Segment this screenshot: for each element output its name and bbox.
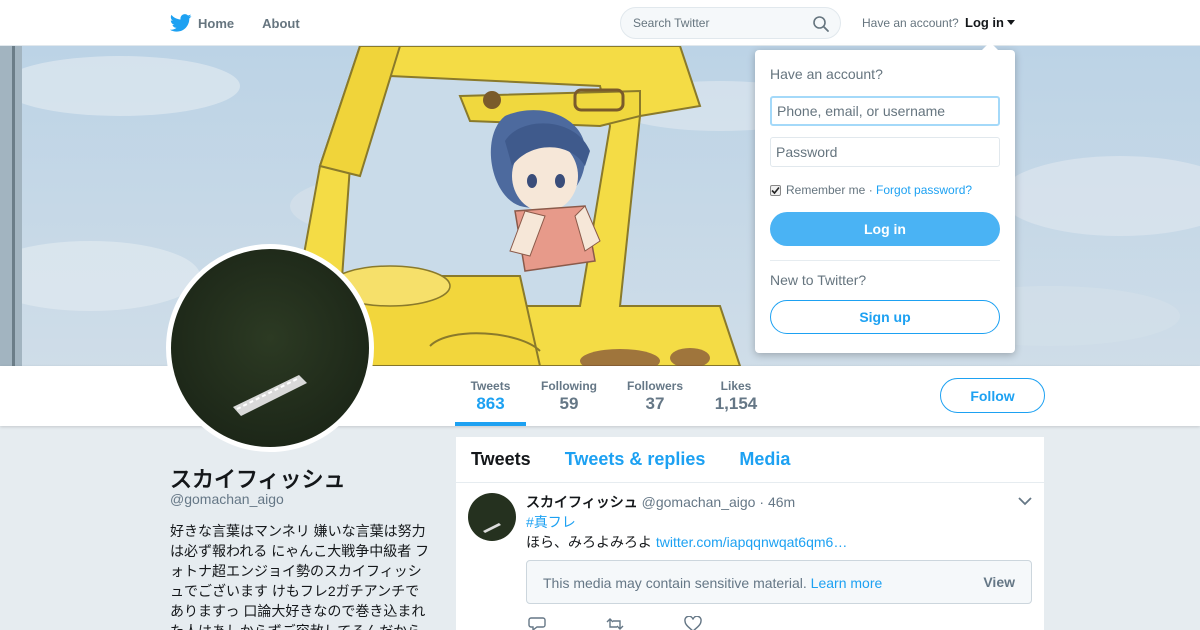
- signup-button[interactable]: Sign up: [770, 300, 1000, 334]
- remember-me-label[interactable]: Remember me: [786, 183, 865, 197]
- twitter-bird-icon[interactable]: [170, 14, 192, 32]
- login-button[interactable]: Log in: [770, 212, 1000, 246]
- dropdown-title: Have an account?: [770, 66, 883, 82]
- profile-avatar[interactable]: [166, 244, 374, 452]
- remember-separator: ·: [865, 183, 877, 197]
- login-dropdown-toggle[interactable]: Log in: [965, 15, 1015, 30]
- timeline: Tweets Tweets & replies Media スカイフィッシュ @…: [456, 437, 1044, 630]
- stat-followers-label: Followers: [626, 379, 683, 393]
- tweet-body: ほら、みろよみろよ: [526, 534, 656, 550]
- tweet-avatar-image: [468, 493, 516, 541]
- tweet-author-name[interactable]: スカイフィッシュ: [526, 494, 638, 510]
- timeline-tabs: Tweets Tweets & replies Media: [456, 437, 1044, 483]
- tweet-actions: [528, 616, 762, 630]
- forgot-password-link[interactable]: Forgot password?: [876, 183, 972, 197]
- remember-me-row: Remember me · Forgot password?: [770, 183, 972, 197]
- follow-button[interactable]: Follow: [940, 378, 1045, 413]
- learn-more-link[interactable]: Learn more: [811, 575, 883, 591]
- tweet-header: スカイフィッシュ @gomachan_aigo · 46m: [526, 492, 795, 512]
- search-box[interactable]: [620, 7, 841, 39]
- stat-tweets[interactable]: Tweets 863: [455, 366, 526, 426]
- checkbox-icon[interactable]: [770, 184, 781, 196]
- stat-followers-value: 37: [645, 394, 665, 413]
- profile-name[interactable]: スカイフィッシュ: [170, 462, 346, 494]
- search-input[interactable]: [633, 16, 803, 30]
- stat-likes-value: 1,154: [714, 394, 758, 413]
- nav-home-link[interactable]: Home: [198, 16, 234, 31]
- stat-tweets-value: 863: [476, 394, 505, 413]
- password-field[interactable]: [770, 137, 1000, 167]
- tab-tweets-and-replies[interactable]: Tweets & replies: [565, 449, 706, 470]
- reply-icon[interactable]: [528, 616, 546, 630]
- top-navigation: Home About Have an account? Log in: [0, 0, 1200, 46]
- caret-down-icon[interactable]: [1007, 20, 1015, 25]
- stat-likes-label: Likes: [720, 379, 752, 393]
- dropdown-divider: [770, 260, 1000, 261]
- sensitive-media-notice: This media may contain sensitive materia…: [526, 560, 1032, 604]
- nav-left-group: Home About: [170, 0, 328, 46]
- stat-followers[interactable]: Followers 37: [622, 366, 688, 426]
- have-account-text: Have an account?: [862, 16, 959, 30]
- tweet-link[interactable]: twitter.com/iapqqnwqat6qm6…: [656, 534, 847, 550]
- tweet-author-handle[interactable]: @gomachan_aigo: [642, 494, 756, 510]
- sensitive-message: This media may contain sensitive materia…: [543, 575, 882, 591]
- stat-tweets-label: Tweets: [470, 379, 511, 393]
- view-media-button[interactable]: View: [983, 574, 1015, 590]
- tweet-timestamp[interactable]: 46m: [768, 494, 795, 510]
- username-field[interactable]: [770, 96, 1000, 126]
- new-to-twitter-text: New to Twitter?: [770, 272, 867, 288]
- avatar-image: [171, 249, 369, 447]
- sensitive-message-text: This media may contain sensitive materia…: [543, 575, 807, 591]
- tweet-separator: ·: [759, 494, 765, 510]
- tweet-hashtag[interactable]: #真フレ: [526, 512, 576, 532]
- nav-about-link[interactable]: About: [262, 16, 300, 31]
- login-link-label[interactable]: Log in: [965, 15, 1004, 30]
- stat-following[interactable]: Following 59: [536, 366, 602, 426]
- stat-following-value: 59: [559, 394, 579, 413]
- tweet-avatar[interactable]: [468, 493, 516, 541]
- chevron-down-icon[interactable]: [1018, 496, 1032, 506]
- like-icon[interactable]: [684, 616, 702, 630]
- profile-handle[interactable]: @gomachan_aigo: [170, 491, 284, 507]
- tweet-text: ほら、みろよみろよ twitter.com/iapqqnwqat6qm6…: [526, 532, 847, 552]
- tweet-item[interactable]: スカイフィッシュ @gomachan_aigo · 46m #真フレ ほら、みろ…: [456, 483, 1044, 630]
- profile-bio: 好きな言葉はマンネリ 嫌いな言葉は努力は必ず報われる にゃんこ大戦争中級者 フォ…: [170, 523, 430, 630]
- stat-following-label: Following: [541, 379, 597, 393]
- login-dropdown: Have an account? Remember me · Forgot pa…: [755, 42, 1015, 353]
- tab-tweets[interactable]: Tweets: [471, 449, 531, 470]
- tab-media[interactable]: Media: [739, 449, 790, 470]
- stat-likes[interactable]: Likes 1,154: [706, 366, 766, 426]
- retweet-icon[interactable]: [606, 616, 624, 630]
- search-icon[interactable]: [812, 15, 830, 33]
